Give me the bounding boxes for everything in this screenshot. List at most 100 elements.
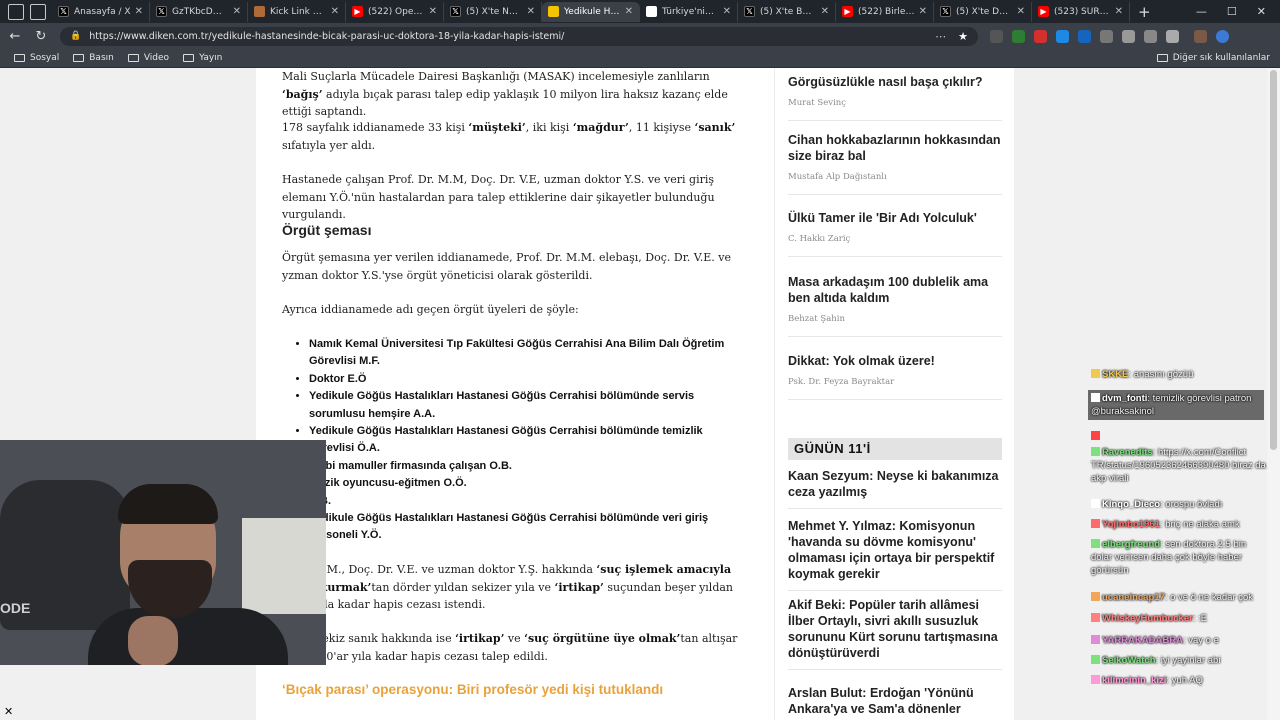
chat-message: WhiskeyHumbucker: :E [1091, 612, 1267, 625]
column-item[interactable]: Cihan hokkabazlarının hokkasından size b… [788, 132, 1002, 195]
edge-copilot-icon[interactable] [1216, 29, 1229, 43]
chat-badge-icon [1091, 539, 1100, 548]
chat-badge-icon [1091, 447, 1100, 456]
new-tab-button[interactable]: + [1138, 3, 1151, 21]
column-title[interactable]: Ülkü Tamer ile 'Bir Adı Yolculuk' [788, 210, 1002, 226]
refresh-icon[interactable]: ↻ [30, 29, 52, 44]
close-tab-icon[interactable]: ✕ [919, 6, 927, 17]
related-article-link[interactable]: ‘Bıçak parası’ operasyonu: Biri profesör… [282, 682, 663, 697]
url-text: https://www.diken.com.tr/yedikule-hastan… [89, 30, 565, 42]
x-logo: 𝕏 [156, 6, 167, 17]
extension-icon[interactable] [1100, 29, 1113, 43]
lock-icon[interactable]: 🔒 [70, 31, 81, 41]
column-title[interactable]: Masa arkadaşım 100 dublelik ama ben altı… [788, 274, 1002, 306]
tab-title: (5) X'te BPT: "Ra… [760, 6, 817, 17]
list-item: Tıbbi mamuller firmasında çalışan O.B. [309, 458, 749, 475]
browser-tab[interactable]: Yedikule Hastan… ✕ [542, 1, 640, 22]
browser-tab[interactable]: 𝕏 (5) X'te DarkWe… ✕ [934, 1, 1032, 22]
browser-tab[interactable]: ▶ (522) Birleşik Kr… ✕ [836, 1, 934, 22]
tab-title: (522) Birleşik Kr… [858, 6, 915, 17]
column-title[interactable]: Cihan hokkabazlarının hokkasından size b… [788, 132, 1002, 164]
scrollbar-thumb[interactable] [1270, 70, 1277, 450]
close-tab-icon[interactable]: ✕ [527, 6, 535, 17]
column-author: Mustafa Alp Dağıstanlı [788, 172, 887, 182]
close-window-button[interactable]: ✕ [1257, 5, 1266, 18]
extension-icon[interactable] [990, 29, 1003, 43]
streamer-hand [128, 616, 178, 665]
close-tab-icon[interactable]: ✕ [625, 6, 633, 17]
close-tab-icon[interactable]: ✕ [723, 6, 731, 17]
browser-tab[interactable]: ▶ (522) Operasyon ✕ [346, 1, 444, 22]
browser-tab[interactable]: Kick Link Crawler ✕ [248, 1, 346, 22]
chat-message: ucaneincap17: o ve ö ne kadar çok [1091, 591, 1267, 604]
whiteboard [242, 518, 326, 614]
close-tab-icon[interactable]: ✕ [429, 6, 437, 17]
chat-username: kilimcinin_kizi [1102, 675, 1167, 686]
column-title[interactable]: Görgüsüzlükle nasıl başa çıkılır? [788, 74, 1002, 90]
chat-text: :E [1198, 613, 1208, 624]
browser-tab[interactable]: 𝕏 (5) X'te Nefes G… ✕ [444, 1, 542, 22]
close-tab-icon[interactable]: ✕ [821, 6, 829, 17]
url-bar[interactable]: 🔒 https://www.diken.com.tr/yedikule-hast… [60, 26, 978, 46]
list-item: Yedikule Göğüs Hastalıkları Hastanesi Gö… [309, 423, 749, 458]
list-item: A.B. [309, 493, 749, 510]
chat-username: SeikoWatch [1102, 655, 1156, 666]
bookmark-folder-video[interactable]: Video [127, 53, 169, 63]
x-logo: 𝕏 [744, 6, 755, 17]
list-item: Yedikule Göğüs Hastalıkları Hastanesi Gö… [309, 510, 749, 545]
list-item: Yedikule Göğüs Hastalıkları Hastanesi Gö… [309, 388, 749, 423]
chat-message: SeikoWatch: iyi yayinlar abi [1091, 654, 1267, 667]
extension-icon[interactable] [1056, 29, 1069, 43]
minimize-button[interactable]: — [1196, 5, 1207, 18]
chat-badge-icon [1091, 613, 1100, 622]
column-item[interactable]: Masa arkadaşım 100 dublelik ama ben altı… [788, 274, 1002, 337]
back-icon[interactable]: ← [4, 29, 26, 44]
bookmark-folder-other[interactable]: Diğer sık kullanılanlar [1156, 53, 1270, 63]
chat-text: iyi yayinlar abi [1160, 655, 1221, 666]
tab-actions-icon[interactable] [30, 3, 46, 20]
gunun-item[interactable]: Akif Beki: Popüler tarih allâmesi İlber … [788, 597, 1002, 670]
close-overlay-icon[interactable]: ✕ [4, 705, 13, 718]
browser-tab[interactable]: Türkiye'nin orm… ✕ [640, 1, 738, 22]
maximize-button[interactable]: ☐ [1227, 5, 1237, 18]
extension-icon[interactable] [1012, 29, 1025, 43]
close-tab-icon[interactable]: ✕ [233, 6, 241, 17]
gunun-item[interactable]: Kaan Sezyum: Neyse ki bakanımıza ceza ya… [788, 468, 1002, 509]
list-item: Namık Kemal Üniversitesi Tıp Fakültesi G… [309, 336, 749, 371]
browser-tab[interactable]: ▶ (523) SURİYE Kü… ✕ [1032, 1, 1130, 22]
extension-icon[interactable] [1166, 29, 1179, 43]
column-title[interactable]: Dikkat: Yok olmak üzere! [788, 353, 1002, 369]
extension-icon[interactable] [1034, 29, 1047, 43]
window-menu-icon[interactable] [8, 3, 24, 20]
column-item[interactable]: Ülkü Tamer ile 'Bir Adı Yolculuk' C. Hakk… [788, 210, 1002, 257]
chat-message: kilimcinin_kizi: yuh AQ [1091, 674, 1267, 687]
bookmark-folder-basin[interactable]: Basın [73, 53, 114, 63]
gunun-item[interactable]: Mehmet Y. Yılmaz: Komisyonun 'havanda su… [788, 518, 1002, 591]
extension-icon[interactable] [1078, 29, 1091, 43]
gunun-item[interactable]: Arslan Bulut: Erdoğan 'Yönünü Ankara'ya … [788, 685, 1002, 720]
diken-icon [548, 6, 559, 17]
tab-title: Yedikule Hastan… [564, 6, 621, 17]
close-tab-icon[interactable]: ✕ [135, 6, 143, 17]
close-tab-icon[interactable]: ✕ [331, 6, 339, 17]
extension-icon[interactable] [1144, 29, 1157, 43]
browser-tab[interactable]: 𝕏 (5) X'te BPT: "Ra… ✕ [738, 1, 836, 22]
browser-tab[interactable]: 𝕏 GzTKbcDWgAA… ✕ [150, 1, 248, 22]
column-author: Psk. Dr. Feyza Bayraktar [788, 377, 895, 387]
extension-icon[interactable] [1122, 29, 1135, 43]
tab-title: (523) SURİYE Kü… [1054, 6, 1111, 17]
close-tab-icon[interactable]: ✕ [1017, 6, 1025, 17]
browser-tab[interactable]: 𝕏 Anasayfa / X ✕ [52, 1, 150, 22]
bookmark-folder-yayin[interactable]: Yayın [183, 53, 222, 63]
bookmarks-bar: Sosyal Basın Video Yayın Diğer sık kulla… [0, 49, 1280, 68]
profile-avatar[interactable] [1194, 29, 1207, 43]
more-options-icon[interactable]: ⋯ [935, 30, 946, 43]
chair-logo-text: ODE [0, 600, 31, 616]
page-scrollbar[interactable] [1267, 68, 1280, 720]
column-item[interactable]: Dikkat: Yok olmak üzere! Psk. Dr. Feyza B… [788, 353, 1002, 400]
favorite-star-icon[interactable]: ★ [958, 30, 968, 43]
close-tab-icon[interactable]: ✕ [1115, 6, 1123, 17]
paragraph-masak: Mali Suçlarla Mücadele Dairesi Başkanlığ… [282, 70, 728, 118]
column-item[interactable]: Görgüsüzlükle nasıl başa çıkılır? Murat S… [788, 74, 1002, 121]
bookmark-folder-sosyal[interactable]: Sosyal [14, 53, 59, 63]
